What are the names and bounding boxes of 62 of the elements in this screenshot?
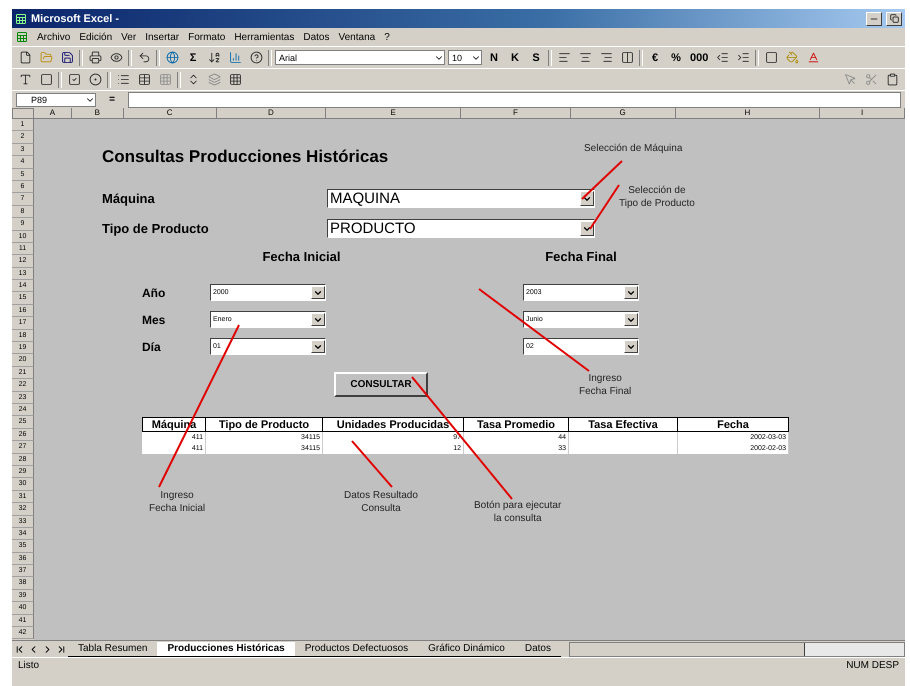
- minimize-button[interactable]: [866, 12, 882, 26]
- formula-field[interactable]: [128, 92, 901, 108]
- leader-line: [581, 160, 623, 200]
- menu-item[interactable]: Insertar: [145, 32, 180, 42]
- form-title: Consultas Producciones Históricas: [102, 147, 388, 167]
- restore-button[interactable]: [886, 12, 902, 26]
- sheet-tab[interactable]: Datos: [514, 642, 561, 656]
- callout-text: Ingreso Fecha Final: [579, 372, 632, 398]
- menu-item[interactable]: Herramientas: [234, 32, 294, 42]
- callout-text: Selección de Máquina: [584, 142, 682, 155]
- sheet-tab[interactable]: Producciones Históricas: [157, 642, 295, 656]
- callout-text: Selección de Tipo de Producto: [619, 184, 695, 210]
- column-heading: Unidades Producidas: [322, 418, 464, 432]
- app-icon: [15, 12, 27, 24]
- format-button[interactable]: N: [485, 48, 503, 66]
- last-icon: [56, 644, 66, 654]
- column-heading: Tasa Promedio: [464, 418, 568, 432]
- equals-sign: =: [108, 94, 116, 105]
- section-heading: Fecha Final: [544, 249, 618, 266]
- horizontal-scrollbar[interactable]: [568, 642, 905, 656]
- status-text: Listo: [18, 660, 40, 670]
- consultar-button[interactable]: CONSULTAR: [334, 372, 428, 397]
- section-heading: Fecha Inicial: [261, 249, 342, 266]
- name-box[interactable]: P89: [16, 92, 96, 106]
- dropdown-field[interactable]: PRODUCTO: [327, 219, 595, 238]
- sheet-tab[interactable]: Productos Defectuosos: [294, 642, 418, 656]
- status-indicator: NUM DESP: [846, 660, 899, 670]
- number-format-button[interactable]: €: [646, 48, 664, 66]
- menu-item[interactable]: ?: [384, 32, 390, 42]
- menu-item[interactable]: Archivo: [37, 32, 70, 42]
- window-title: Microsoft Excel -: [31, 12, 120, 24]
- sheet-tab[interactable]: Gráfico Dinámico: [418, 642, 515, 656]
- number-format-button[interactable]: %: [667, 48, 685, 66]
- dropdown-field[interactable]: MAQUINA: [327, 189, 595, 208]
- font-size-field[interactable]: 10: [448, 50, 482, 65]
- field-label: Año: [142, 286, 166, 300]
- sheet-tab[interactable]: Tabla Resumen: [68, 642, 158, 656]
- field-label: Máquina: [102, 191, 156, 206]
- menu-item[interactable]: Datos: [303, 32, 330, 42]
- field-label: Día: [142, 340, 162, 354]
- callout-text: Botón para ejecutar la consulta: [474, 499, 562, 525]
- field-label: Mes: [142, 312, 166, 326]
- number-format-button[interactable]: 000: [688, 48, 710, 66]
- menu-item[interactable]: Ventana: [338, 32, 376, 42]
- select-all-corner[interactable]: [12, 108, 34, 119]
- format-button[interactable]: K: [506, 48, 524, 66]
- menu-item[interactable]: Ver: [121, 32, 136, 42]
- callout-text: Datos Resultado Consulta: [344, 489, 418, 515]
- column-heading: Fecha: [678, 418, 788, 432]
- callout-text: Ingreso Fecha Inicial: [149, 489, 206, 515]
- menu-item[interactable]: Edición: [79, 32, 112, 42]
- column-heading: Tipo de Producto: [206, 418, 322, 432]
- document-icon[interactable]: [16, 31, 28, 43]
- restore-icon: [890, 14, 898, 23]
- leader-line: [351, 440, 393, 488]
- font-field[interactable]: Arial: [275, 50, 445, 65]
- column-heading: Tasa Efectiva: [568, 418, 678, 432]
- field-label: Tipo de Producto: [102, 221, 210, 236]
- menu-item[interactable]: Formato: [188, 32, 226, 42]
- format-button[interactable]: S: [527, 48, 545, 66]
- leader-line: [589, 184, 620, 230]
- autosum-button[interactable]: Σ: [184, 48, 202, 66]
